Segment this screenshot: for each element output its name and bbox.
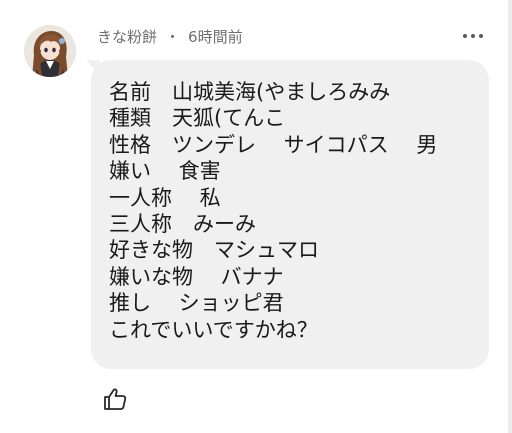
more-options-button[interactable] — [458, 27, 488, 45]
more-dot — [471, 34, 475, 38]
more-horizontal-icon — [463, 34, 467, 38]
comment-line: 一人称 私 — [109, 185, 221, 210]
comment-meta: きな粉餅 ・ 6時間前 — [97, 24, 243, 48]
comment-line: これでいいですかね？ — [109, 317, 318, 342]
comment-line: 推し ショッピ君 — [109, 291, 284, 316]
comment-line: 三人称 みーみ — [109, 212, 256, 237]
comment-line: 好きな物 マシュマロ — [109, 238, 319, 263]
avatar-image — [24, 25, 76, 77]
comment-line: 性格 ツンデレ サイコパス 男 — [109, 132, 438, 157]
comment-item: きな粉餅 ・ 6時間前 名前 山城美海(やましろみみ 種類 天狐(てんこ 性格 … — [0, 0, 512, 433]
thumbs-up-icon — [104, 388, 127, 410]
more-dot — [479, 34, 483, 38]
meta-separator: ・ — [165, 27, 181, 46]
comment-line: 嫌い 食害 — [109, 159, 221, 184]
scrollbar-track — [508, 0, 512, 433]
comment-line: 嫌いな物 バナナ — [109, 264, 284, 289]
avatar[interactable] — [24, 25, 76, 77]
comment-line: 種類 天狐(てんこ — [109, 106, 286, 131]
author-name[interactable]: きな粉餅 — [97, 26, 157, 47]
comment-timestamp: 6時間前 — [188, 27, 243, 46]
comment-bubble: 名前 山城美海(やましろみみ 種類 天狐(てんこ 性格 ツンデレ サイコパス 男… — [91, 60, 489, 369]
like-button[interactable] — [102, 386, 128, 412]
comment-line: 名前 山城美海(やましろみみ — [109, 80, 391, 104]
